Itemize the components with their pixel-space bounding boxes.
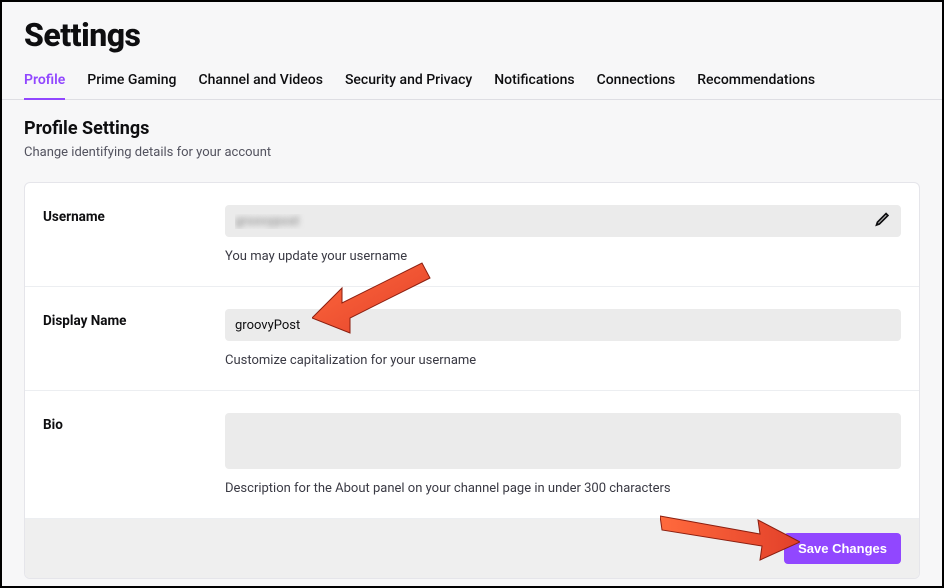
section-header: Profile Settings Change identifying deta… [2,100,942,168]
page-title: Settings [2,2,942,64]
tab-profile[interactable]: Profile [24,64,65,100]
tab-notifications[interactable]: Notifications [494,64,574,99]
username-input[interactable] [225,205,901,237]
row-username: Username You may update your username [25,183,919,287]
tab-recommendations[interactable]: Recommendations [697,64,815,99]
username-helper: You may update your username [225,249,901,264]
display-name-input[interactable] [225,309,901,341]
tab-connections[interactable]: Connections [597,64,676,99]
tab-security-privacy[interactable]: Security and Privacy [345,64,472,99]
profile-card: Username You may update your username [24,182,920,579]
save-button[interactable]: Save Changes [784,533,901,564]
settings-tabs: Profile Prime Gaming Channel and Videos … [2,64,942,100]
display-name-helper: Customize capitalization for your userna… [225,353,901,368]
bio-label: Bio [43,413,225,433]
tab-prime-gaming[interactable]: Prime Gaming [87,64,176,99]
display-name-label: Display Name [43,309,225,329]
section-subtitle: Change identifying details for your acco… [24,145,920,160]
row-bio: Bio Description for the About panel on y… [25,391,919,519]
bio-input[interactable] [225,413,901,469]
edit-username-button[interactable] [869,207,895,236]
username-label: Username [43,205,225,225]
bio-helper: Description for the About panel on your … [225,481,901,496]
card-footer: Save Changes [25,519,919,578]
row-display-name: Display Name Customize capitalization fo… [25,287,919,391]
pencil-icon [873,211,891,232]
section-title: Profile Settings [24,118,920,139]
tab-channel-videos[interactable]: Channel and Videos [198,64,322,99]
